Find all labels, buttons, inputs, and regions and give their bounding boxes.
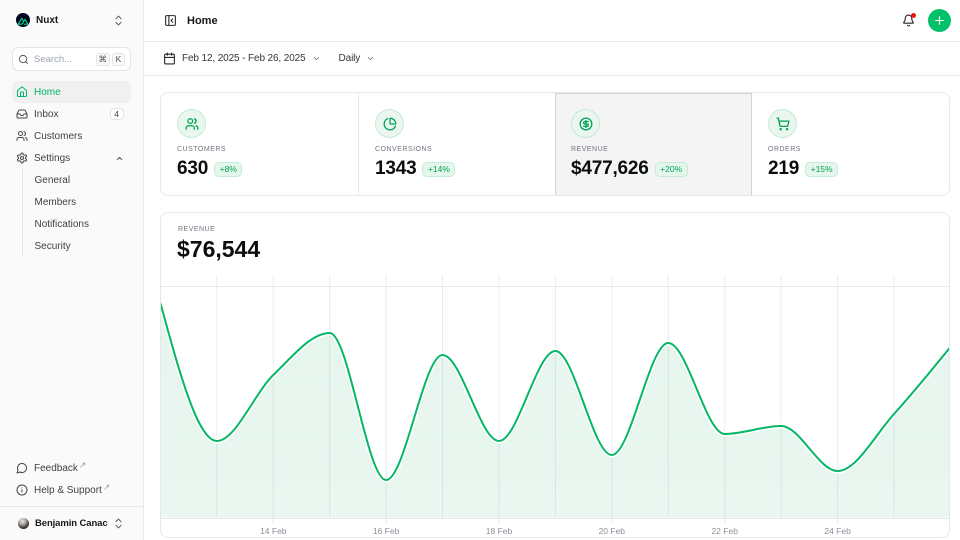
svg-text:20 Feb: 20 Feb [599, 526, 626, 536]
svg-text:18 Feb: 18 Feb [486, 526, 513, 536]
svg-text:16 Feb: 16 Feb [373, 526, 400, 536]
svg-text:22 Feb: 22 Feb [711, 526, 738, 536]
svg-text:14 Feb: 14 Feb [260, 526, 287, 536]
svg-text:24 Feb: 24 Feb [824, 526, 851, 536]
